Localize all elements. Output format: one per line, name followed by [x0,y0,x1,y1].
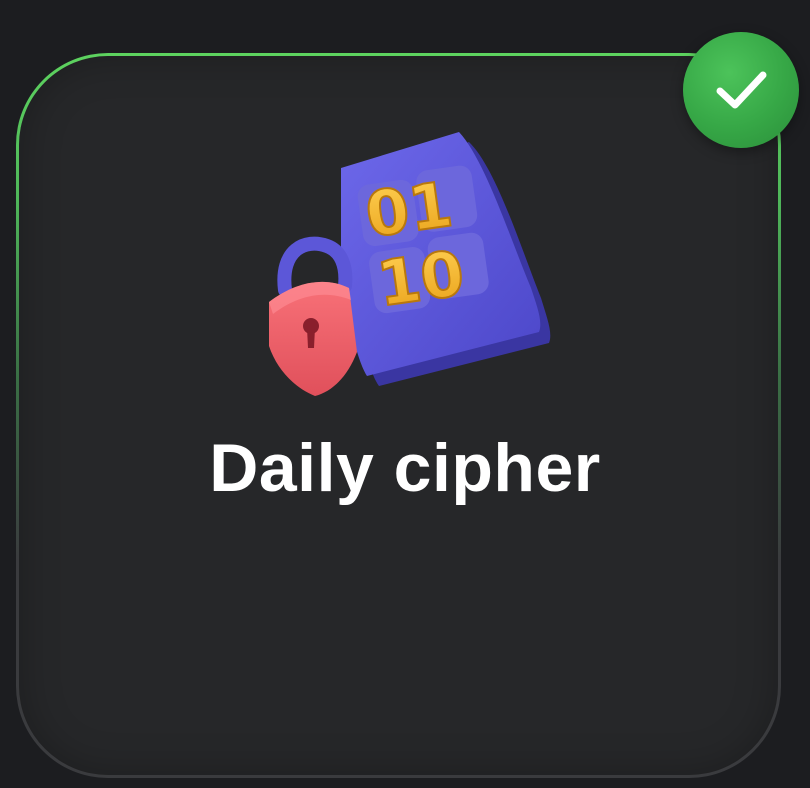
completed-badge [683,32,799,148]
card-title: Daily cipher [209,430,601,506]
checkmark-icon [716,71,767,109]
cipher-lock-icon: 01 10 [269,132,551,396]
screen: 01 10 Daily cipher [0,0,810,788]
digits-bottom: 10 [373,236,469,320]
